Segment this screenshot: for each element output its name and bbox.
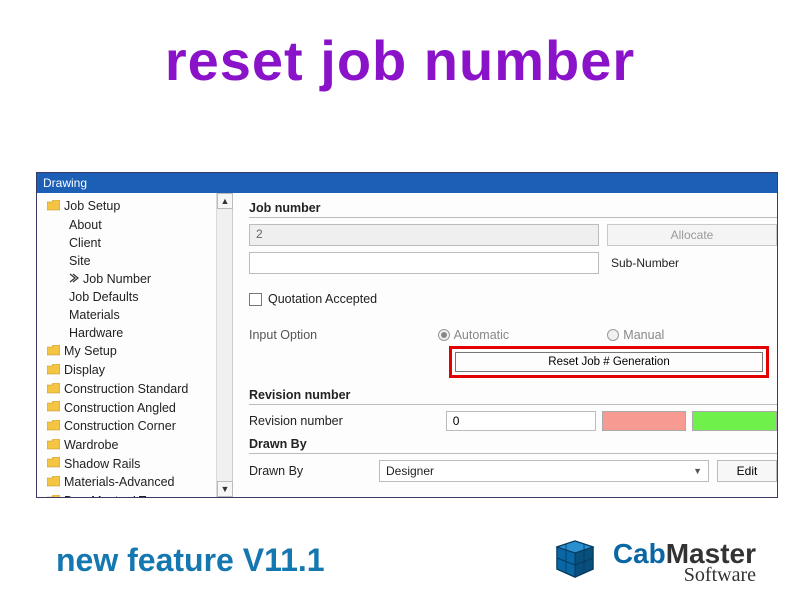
tree-item-hardware[interactable]: Hardware [41, 324, 232, 342]
sub-number-label: Sub-Number [607, 256, 777, 270]
radio-manual-label: Manual [623, 328, 664, 342]
folder-icon [47, 199, 60, 215]
allocate-button[interactable]: Allocate [607, 224, 777, 246]
tree-item-construction-corner[interactable]: Construction Corner [41, 417, 232, 436]
tree-item-wardrobe[interactable]: Wardrobe [41, 436, 232, 455]
tree-item-materials[interactable]: Materials [41, 306, 232, 324]
folder-icon [47, 494, 60, 498]
tree-item-shadow-rails[interactable]: Shadow Rails [41, 455, 232, 474]
revision-decrement-button[interactable] [602, 411, 687, 431]
scroll-down-icon[interactable]: ▼ [217, 481, 233, 497]
tree-item-about[interactable]: About [41, 216, 232, 234]
chevron-down-icon: ▼ [693, 466, 702, 476]
radio-manual[interactable] [607, 329, 619, 341]
folder-icon [47, 419, 60, 435]
tree-item-construction-angled[interactable]: Construction Angled [41, 399, 232, 418]
logo-subtext: Software [613, 564, 756, 587]
folder-icon [47, 456, 60, 472]
tree-item-job-number[interactable]: Job Number [41, 270, 232, 289]
quotation-accepted-label: Quotation Accepted [268, 292, 377, 306]
drawn-by-select[interactable]: Designer ▼ [379, 460, 709, 482]
folder-icon [47, 344, 60, 360]
revision-number-input[interactable] [446, 411, 596, 431]
highlight-frame: Reset Job # Generation [449, 346, 769, 378]
job-number-field: 2 [249, 224, 599, 246]
revision-number-label: Revision number [249, 414, 446, 428]
drawn-by-label: Drawn By [249, 464, 379, 478]
sub-number-field[interactable] [249, 252, 599, 274]
footer-feature-text: new feature V11.1 [56, 542, 325, 579]
cube-icon [545, 537, 603, 587]
app-window: Drawing Job SetupAboutClientSiteJob Numb… [36, 172, 778, 498]
section-revision-number: Revision number [249, 388, 777, 405]
radio-automatic-label: Automatic [454, 328, 510, 342]
revision-increment-button[interactable] [692, 411, 777, 431]
window-titlebar: Drawing [37, 173, 777, 193]
edit-button[interactable]: Edit [717, 460, 777, 482]
tree-item-display[interactable]: Display [41, 361, 232, 380]
folder-icon [47, 363, 60, 379]
folder-icon [47, 438, 60, 454]
tree-item-client[interactable]: Client [41, 234, 232, 252]
drawn-by-value: Designer [386, 464, 434, 478]
properties-panel: Job number 2 Allocate Sub-Number Quotati… [233, 193, 777, 497]
tree-item-job-setup[interactable]: Job Setup [41, 197, 232, 216]
scroll-up-icon[interactable]: ▲ [217, 193, 233, 209]
tree-item-doormaster-lt[interactable]: DoorMaster LT [41, 492, 232, 498]
quotation-accepted-checkbox[interactable] [249, 293, 262, 306]
arrow-right-icon [69, 271, 79, 287]
reset-job-generation-button[interactable]: Reset Job # Generation [455, 352, 763, 372]
brand-logo: CabMaster Software [545, 537, 756, 587]
folder-icon [47, 400, 60, 416]
tree-item-construction-standard[interactable]: Construction Standard [41, 380, 232, 399]
tree-item-site[interactable]: Site [41, 252, 232, 270]
hero-title: reset job number [0, 28, 800, 93]
folder-icon [47, 382, 60, 398]
tree-item-my-setup[interactable]: My Setup [41, 342, 232, 361]
radio-automatic[interactable] [438, 329, 450, 341]
input-option-label: Input Option [249, 328, 438, 342]
tree-item-job-defaults[interactable]: Job Defaults [41, 288, 232, 306]
sidebar-scrollbar[interactable]: ▲ ▼ [216, 193, 232, 497]
section-drawn-by: Drawn By [249, 437, 777, 454]
section-job-number: Job number [249, 201, 777, 218]
folder-icon [47, 475, 60, 491]
sidebar-tree[interactable]: Job SetupAboutClientSiteJob NumberJob De… [37, 193, 233, 497]
tree-item-materials-advanced[interactable]: Materials-Advanced [41, 473, 232, 492]
